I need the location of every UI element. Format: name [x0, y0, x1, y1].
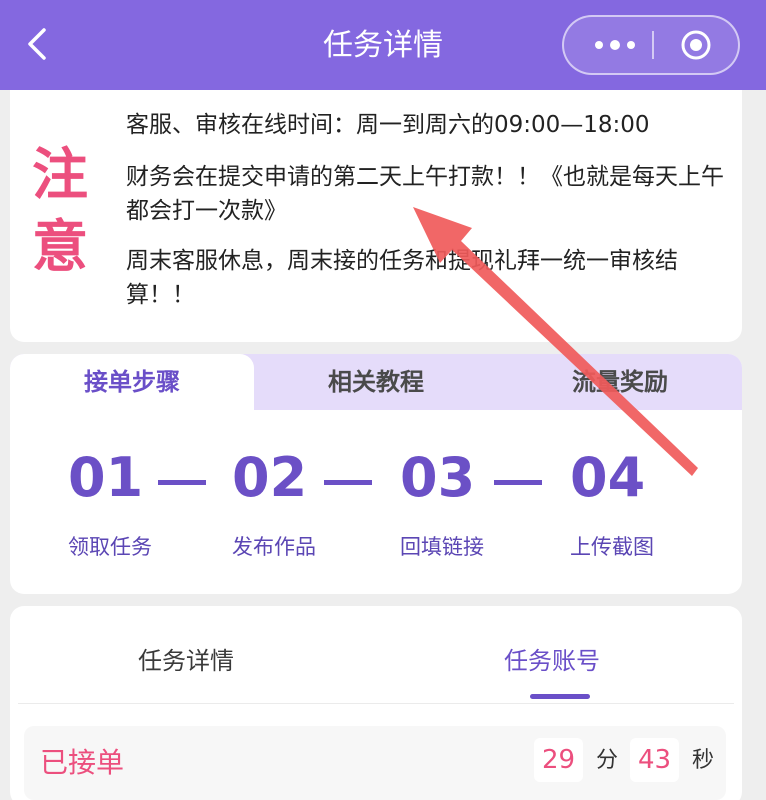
- target-circle-icon[interactable]: [680, 29, 712, 61]
- capsule-menu: [562, 15, 740, 75]
- detail-card: 任务详情 任务账号 已接单 29 分 43 秒: [10, 606, 742, 800]
- step-number-4: 04: [570, 446, 646, 509]
- active-tab-indicator: [530, 694, 590, 699]
- capsule-divider: [652, 31, 654, 59]
- step-connector: [158, 480, 206, 485]
- timer-seconds: 43: [630, 738, 680, 782]
- step-connector: [494, 480, 542, 485]
- timer-minutes-unit: 分: [596, 748, 619, 773]
- tab-task-detail[interactable]: 任务详情: [138, 644, 234, 678]
- step-number-1: 01: [68, 446, 144, 509]
- timer-minutes: 29: [534, 738, 584, 782]
- step-label-1: 领取任务: [68, 535, 152, 559]
- tab-order-steps[interactable]: 接单步骤: [10, 354, 254, 410]
- notice-card: 注 意 客服、审核在线时间：周一到周六的09:00—18:00 财务会在提交申请…: [10, 90, 742, 342]
- notice-line-hours: 客服、审核在线时间：周一到周六的09:00—18:00: [126, 112, 650, 138]
- notice-label-1: 注: [32, 143, 88, 208]
- notice-label-2: 意: [32, 215, 88, 280]
- nav-bar: 任务详情: [0, 0, 766, 90]
- step-label-2: 发布作品: [232, 535, 316, 559]
- notice-line-payment: 财务会在提交申请的第二天上午打款！！《也就是每天上午都会打一次款》: [126, 164, 724, 224]
- step-label-3: 回填链接: [400, 535, 484, 559]
- step-connector: [324, 480, 372, 485]
- steps-card: 接单步骤 相关教程 流量奖励 01 02 03 04 领取任务 发布作品 回填链…: [10, 354, 742, 594]
- status-bar: 已接单 29 分 43 秒: [24, 726, 726, 800]
- tab-task-account[interactable]: 任务账号: [504, 644, 600, 678]
- tab-traffic-rewards[interactable]: 流量奖励: [498, 354, 742, 410]
- notice-line-weekend: 周末客服休息，周末接的任务和提现礼拜一统一审核结算！！: [126, 248, 678, 308]
- divider: [18, 703, 734, 704]
- step-label-4: 上传截图: [570, 535, 654, 559]
- timer-seconds-unit: 秒: [692, 748, 715, 773]
- step-number-2: 02: [232, 446, 308, 509]
- more-dots-icon[interactable]: [584, 17, 646, 73]
- tab-tutorials[interactable]: 相关教程: [254, 354, 498, 410]
- step-number-3: 03: [400, 446, 476, 509]
- steps-tabbar: 接单步骤 相关教程 流量奖励: [10, 354, 742, 410]
- status-text: 已接单: [40, 746, 125, 779]
